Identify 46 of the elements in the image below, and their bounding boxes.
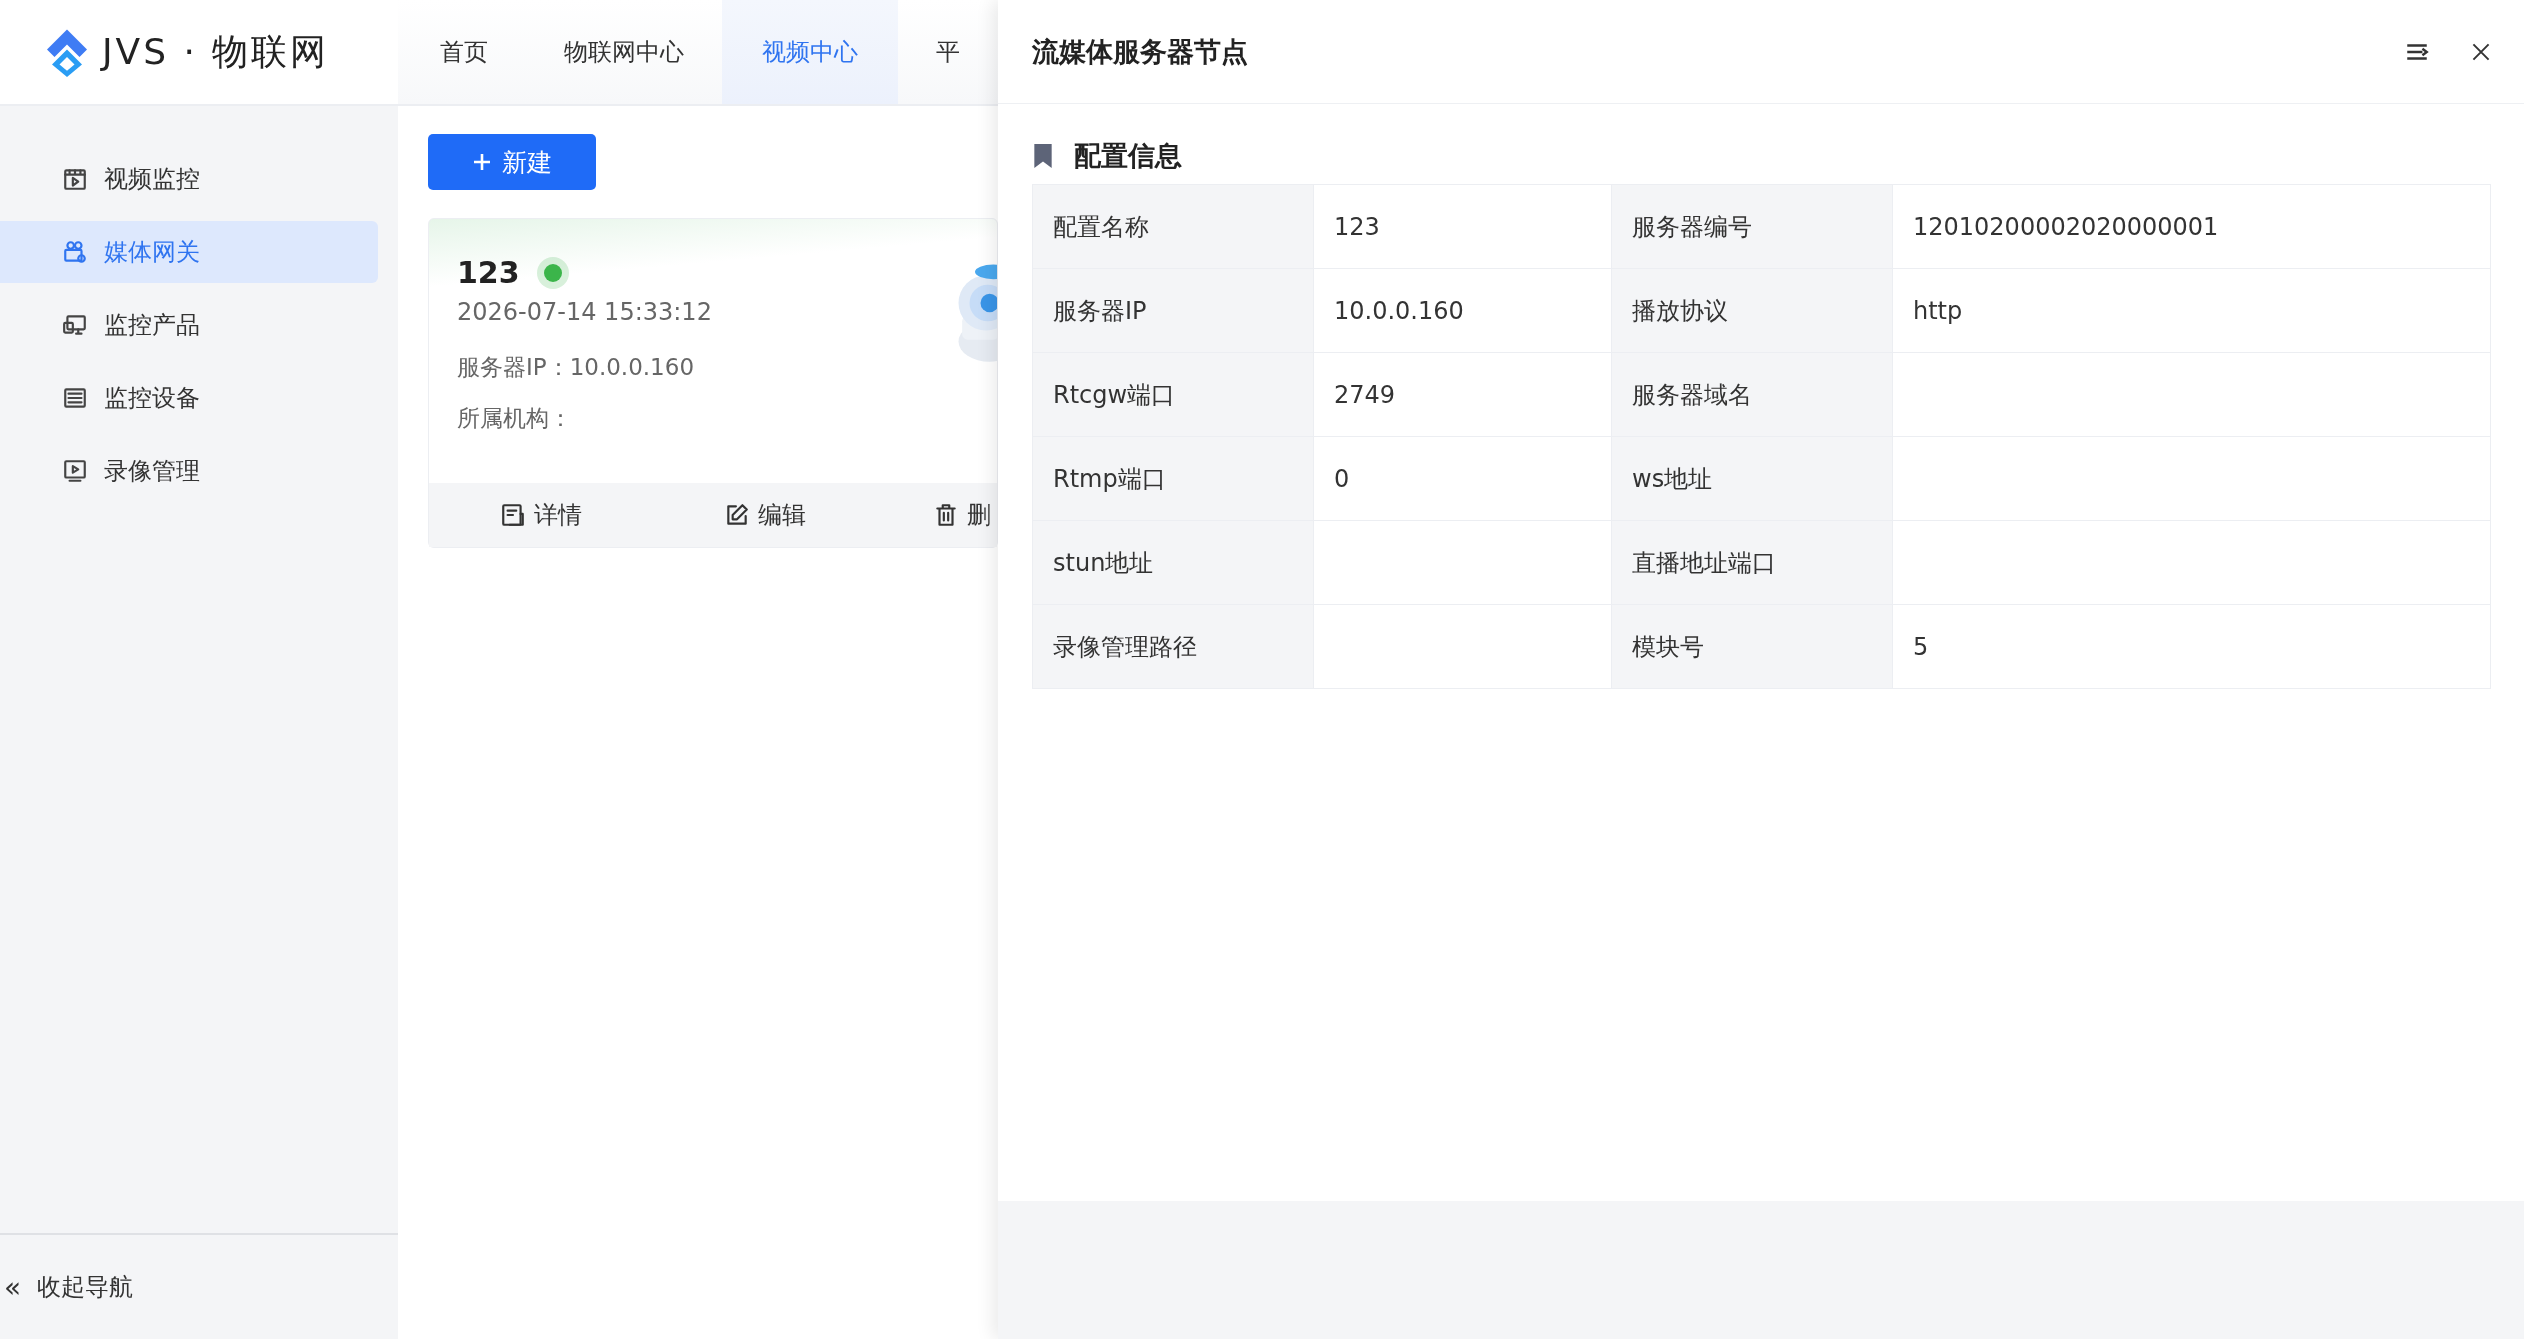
field-label: 配置名称 — [1033, 185, 1314, 269]
field-value: http — [1893, 269, 2491, 353]
collapse-nav-button[interactable]: 收起导航 — [37, 1271, 134, 1303]
document-icon — [500, 502, 526, 528]
field-label: 模块号 — [1612, 605, 1893, 689]
new-button[interactable]: 新建 — [428, 134, 596, 190]
video-icon — [62, 166, 88, 192]
field-label: Rtmp端口 — [1033, 437, 1314, 521]
sidebar-item[interactable]: 录像管理 — [0, 440, 378, 502]
card-time: 2026-07-14 15:33:12 — [457, 298, 713, 326]
camera-gear-icon — [62, 239, 88, 265]
nav-tab[interactable]: 首页 — [398, 0, 526, 104]
card-title: 123 — [457, 255, 520, 290]
field-value: 12010200002020000001 — [1893, 185, 2491, 269]
collapse-icon[interactable]: « — [4, 1270, 22, 1304]
field-label: 直播地址端口 — [1612, 521, 1893, 605]
play-screen-icon — [62, 458, 88, 484]
bookmark-icon — [1032, 143, 1054, 169]
field-label: 录像管理路径 — [1033, 605, 1314, 689]
field-label: Rtcgw端口 — [1033, 353, 1314, 437]
nav-tab[interactable]: 物联网中心 — [526, 0, 722, 104]
field-value: 5 — [1893, 605, 2491, 689]
card-action-button[interactable]: 编辑 — [653, 483, 877, 547]
card-field: 所属机构： — [457, 403, 997, 434]
field-label: stun地址 — [1033, 521, 1314, 605]
app-logo-text: JVS · 物联网 — [102, 29, 330, 74]
monitor-icon — [62, 312, 88, 338]
field-label: 播放协议 — [1612, 269, 1893, 353]
nav-tab[interactable]: 视频中心 — [722, 0, 898, 104]
sidebar-item[interactable]: 监控设备 — [0, 367, 378, 429]
section-title: 配置信息 — [1074, 139, 1182, 173]
trash-icon — [933, 502, 959, 528]
nav-tab[interactable]: 平 — [898, 0, 998, 104]
drawer-title: 流媒体服务器节点 — [1032, 34, 1248, 69]
card-action-button[interactable]: 删 — [877, 483, 997, 547]
edit-icon — [724, 502, 750, 528]
list-icon — [62, 385, 88, 411]
plus-icon — [472, 152, 492, 172]
field-label: 服务器IP — [1033, 269, 1314, 353]
field-label: ws地址 — [1612, 437, 1893, 521]
field-label: 服务器编号 — [1612, 185, 1893, 269]
field-label: 服务器域名 — [1612, 353, 1893, 437]
card-field: 服务器IP：10.0.0.160 — [457, 352, 997, 383]
sidebar-item[interactable]: 监控产品 — [0, 294, 378, 356]
sidebar-item[interactable]: 视频监控 — [0, 148, 378, 210]
card-action-button[interactable]: 详情 — [429, 483, 653, 547]
